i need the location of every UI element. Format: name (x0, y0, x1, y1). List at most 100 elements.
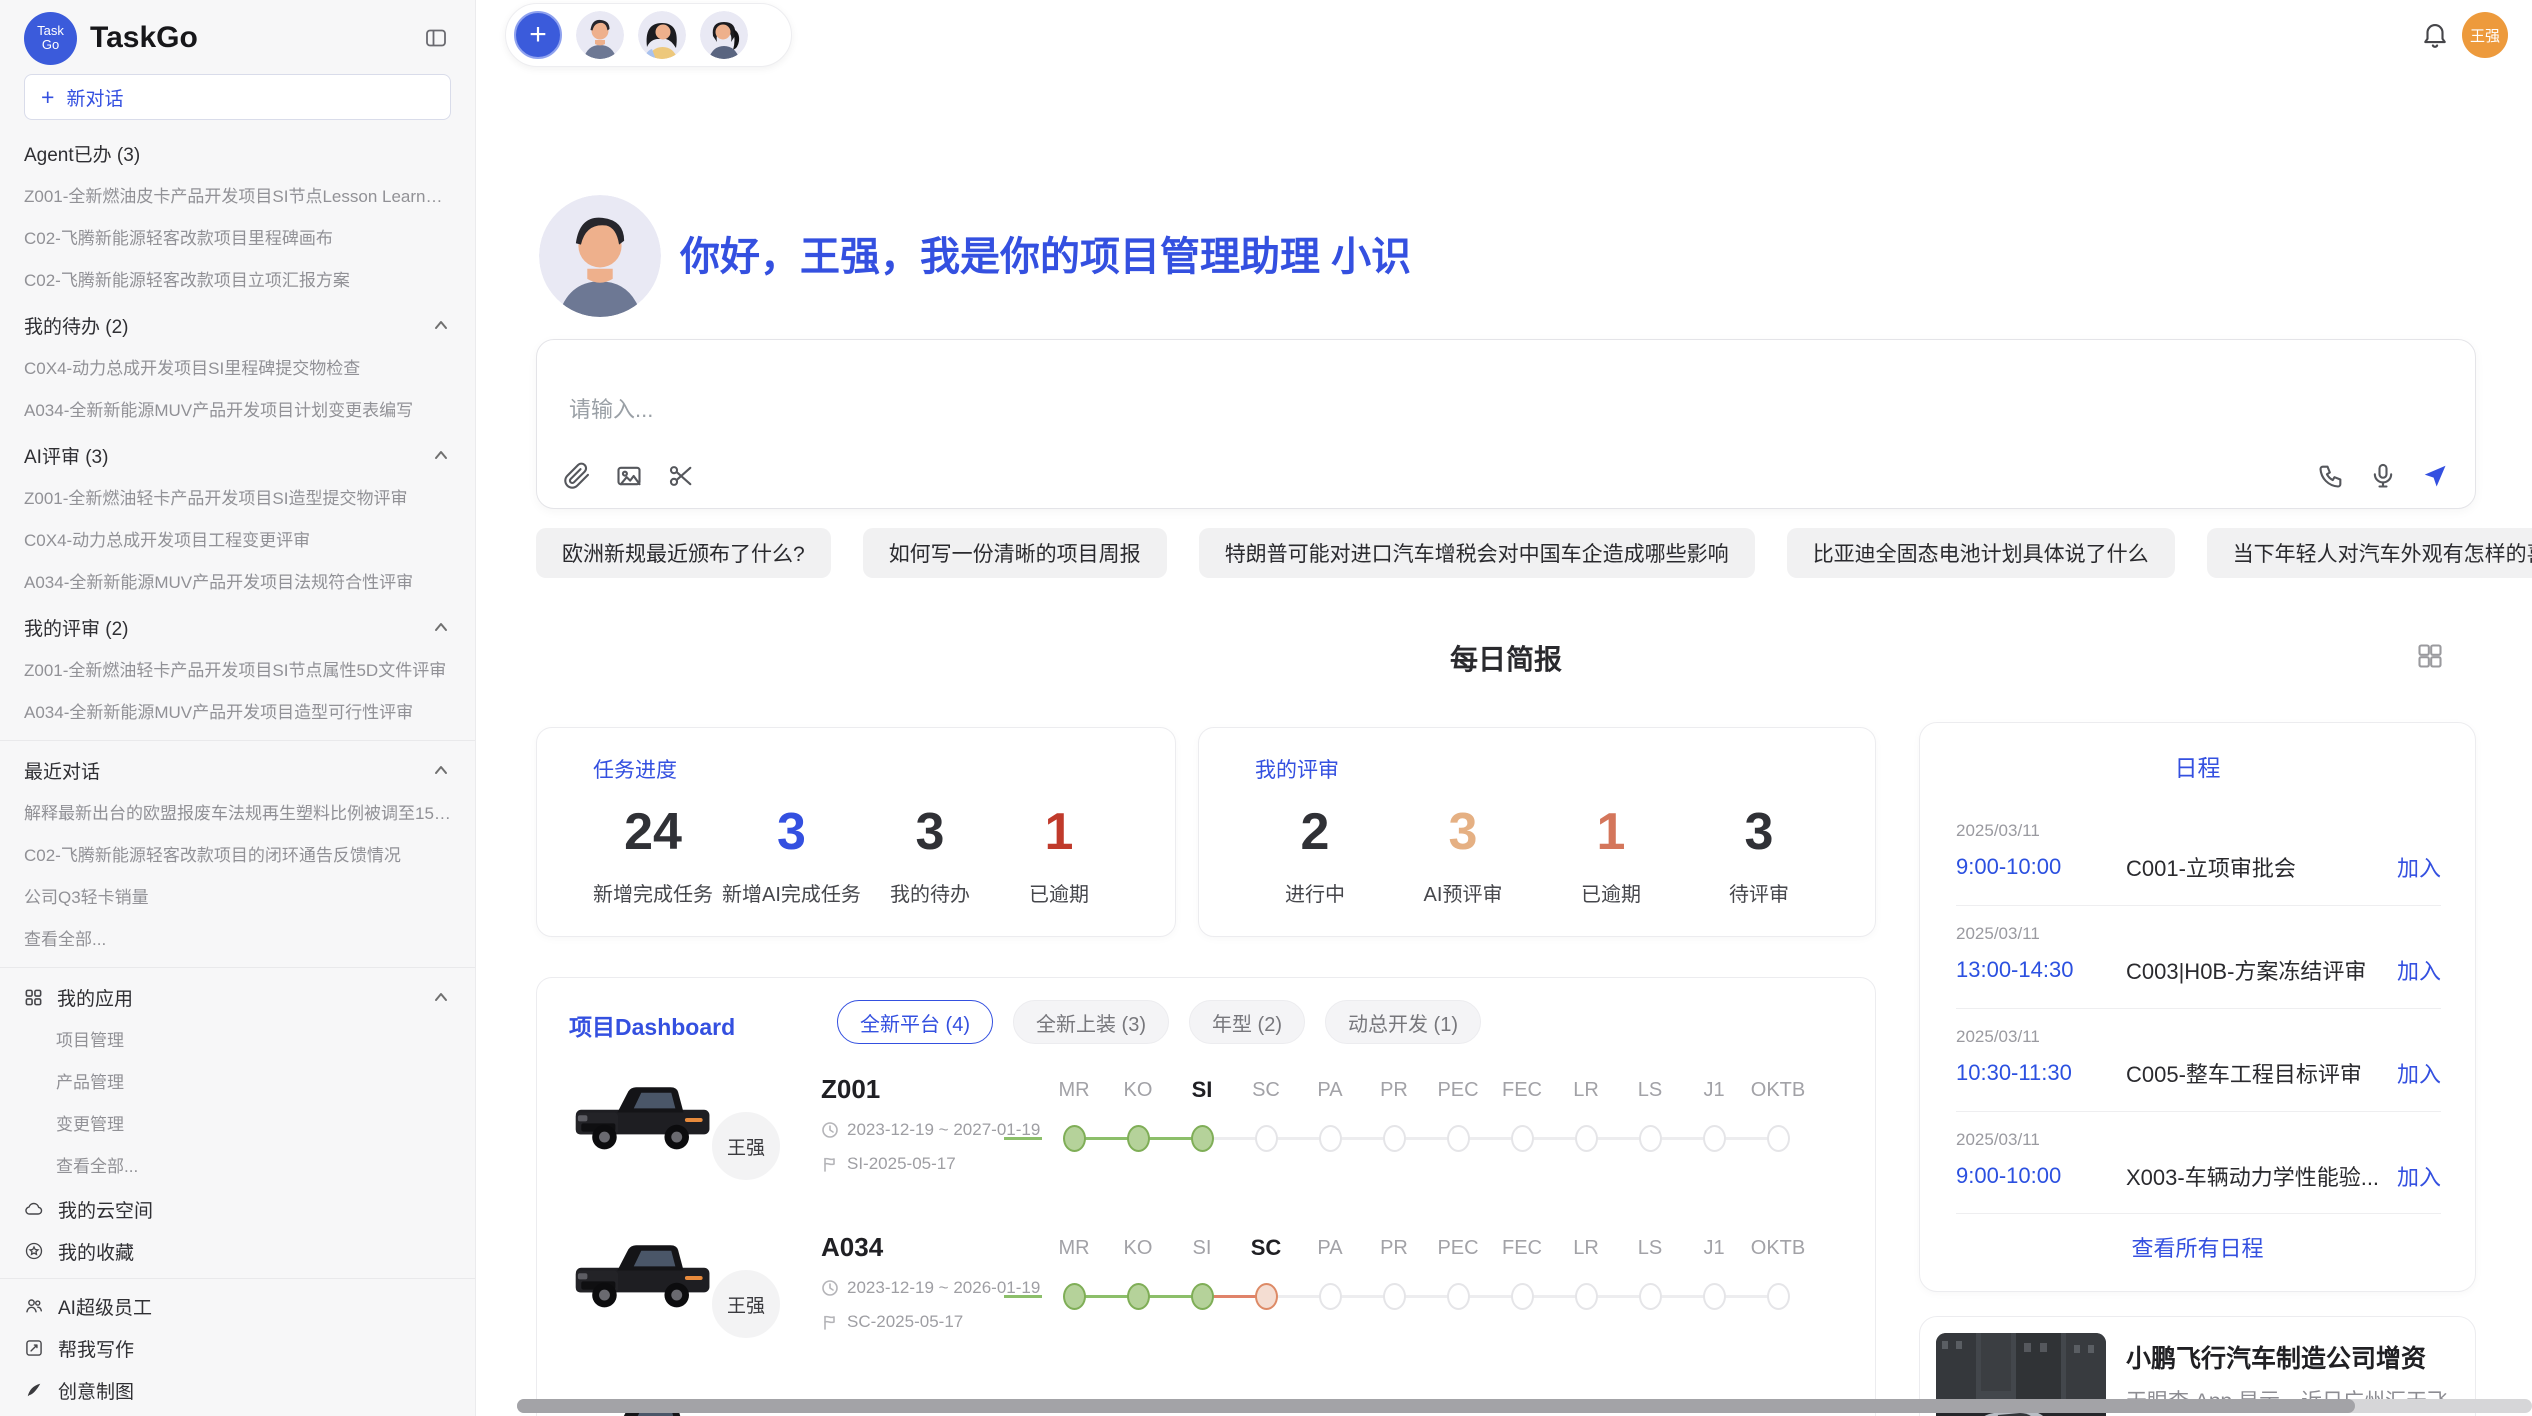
clock-icon (821, 1279, 839, 1297)
project-row[interactable]: 王强 Z001 2023-12-19 ~ 2027-01-19 SI-2025-… (537, 1064, 1877, 1222)
notification-bell-icon[interactable] (2420, 20, 2450, 50)
tab-all-new-platform[interactable]: 全新平台 (4) (837, 1000, 993, 1044)
list-item[interactable]: C02-飞腾新能源轻客改款项目的闭环通告反馈情况 (24, 835, 451, 877)
tab-new-upfit[interactable]: 全新上装 (3) (1013, 1000, 1169, 1044)
view-all-recent[interactable]: 查看全部... (24, 919, 451, 961)
sidebar-item-product-mgmt[interactable]: 产品管理 (24, 1062, 451, 1104)
section-my-todo[interactable]: 我的待办 (2) (24, 302, 451, 348)
tab-powertrain-dev[interactable]: 动总开发 (1) (1325, 1000, 1481, 1044)
microphone-icon[interactable] (2369, 462, 2397, 490)
milestone-labels: MRKOSISCPAPRPECFECLRLSJ1OKTB (1042, 1230, 1832, 1266)
sidebar-item-favorites[interactable]: 我的收藏 (24, 1230, 451, 1272)
phone-icon[interactable] (2317, 462, 2345, 490)
card-title: 任务进度 (593, 754, 1119, 784)
milestone-dot (1575, 1125, 1598, 1152)
sidebar-item-creative-draw[interactable]: 创意制图 (24, 1369, 451, 1411)
list-item[interactable]: Z001-全新燃油皮卡产品开发项目SI节点Lesson Learn报告 (24, 176, 451, 218)
list-item[interactable]: 公司Q3轻卡销量 (24, 877, 451, 919)
tab-model-year[interactable]: 年型 (2) (1189, 1000, 1305, 1044)
new-chat-button[interactable]: + 新对话 (24, 74, 451, 120)
truck-image (569, 1064, 719, 1176)
join-link[interactable]: 加入 (2397, 954, 2441, 986)
milestone-label: SI (1170, 1230, 1234, 1266)
section-my-apps[interactable]: 我的应用 (24, 974, 451, 1020)
avatar[interactable] (576, 11, 624, 59)
sidebar-item-help-write[interactable]: 帮我写作 (24, 1327, 451, 1369)
avatar[interactable] (700, 11, 748, 59)
chevron-up-icon[interactable] (431, 315, 451, 335)
horizontal-scrollbar-track[interactable] (517, 1399, 2532, 1413)
milestone-dot (1447, 1283, 1470, 1310)
chevron-up-icon[interactable] (431, 445, 451, 465)
suggestion-chip[interactable]: 特朗普可能对进口汽车增税会对中国车企造成哪些影响 (1199, 528, 1755, 578)
join-link[interactable]: 加入 (2397, 1057, 2441, 1089)
list-item[interactable]: A034-全新新能源MUV产品开发项目法规符合性评审 (24, 562, 451, 604)
list-item[interactable]: C0X4-动力总成开发项目SI里程碑提交物检查 (24, 348, 451, 390)
list-item[interactable]: A034-全新新能源MUV产品开发项目造型可行性评审 (24, 692, 451, 734)
list-item[interactable]: C02-飞腾新能源轻客改款项目里程碑画布 (24, 218, 451, 260)
plus-icon: + (41, 86, 54, 109)
greeting-text: 你好，王强，我是你的项目管理助理 小识 (680, 232, 1411, 282)
schedule-time: 13:00-14:30 (1956, 957, 2126, 983)
avatar[interactable] (638, 11, 686, 59)
section-recent-chats[interactable]: 最近对话 (24, 747, 451, 793)
milestone-track: MRKOSISCPAPRPECFECLRLSJ1OKTB (1042, 1072, 1832, 1156)
milestone-label: LS (1618, 1230, 1682, 1266)
section-ai-review[interactable]: AI评审 (3) (24, 432, 451, 478)
list-item[interactable]: Z001-全新燃油轻卡产品开发项目SI节点属性5D文件评审 (24, 650, 451, 692)
list-item[interactable]: Z001-全新燃油轻卡产品开发项目SI造型提交物评审 (24, 478, 451, 520)
milestone-label: PEC (1426, 1072, 1490, 1108)
sidebar-item-label: 创意制图 (58, 1377, 134, 1404)
suggestion-chip[interactable]: 如何写一份清晰的项目周报 (863, 528, 1167, 578)
horizontal-scrollbar-thumb[interactable] (517, 1399, 2355, 1413)
milestone-dot (1383, 1125, 1406, 1152)
sidebar-collapse-icon[interactable] (421, 23, 451, 53)
schedule-item: 2025/03/11 13:00-14:30 C003|H0B-方案冻结评审 加… (1956, 924, 2441, 986)
section-agent-done[interactable]: Agent已办 (3) (24, 130, 451, 176)
list-item[interactable]: C02-飞腾新能源轻客改款项目立项汇报方案 (24, 260, 451, 302)
milestone-label: FEC (1490, 1072, 1554, 1108)
view-all-schedule[interactable]: 查看所有日程 (1920, 1231, 2475, 1263)
suggestion-chip[interactable]: 比亚迪全固态电池计划具体说了什么 (1787, 528, 2175, 578)
flag-icon (821, 1313, 839, 1331)
milestone-dot (1191, 1283, 1214, 1310)
chevron-up-icon[interactable] (431, 760, 451, 780)
chevron-up-icon[interactable] (431, 987, 451, 1007)
milestone-dot (1255, 1125, 1278, 1152)
join-link[interactable]: 加入 (2397, 1160, 2441, 1192)
section-my-review[interactable]: 我的评审 (2) (24, 604, 451, 650)
milestone-label: KO (1106, 1230, 1170, 1266)
milestone-dot (1255, 1283, 1278, 1310)
add-session-button[interactable]: + (514, 11, 562, 59)
sidebar-item-change-mgmt[interactable]: 变更管理 (24, 1104, 451, 1146)
project-row[interactable]: 王强 A034 2023-12-19 ~ 2026-01-19 SC-2025-… (537, 1222, 1877, 1380)
section-title: 我的应用 (57, 984, 133, 1011)
sidebar-item-project-mgmt[interactable]: 项目管理 (24, 1020, 451, 1062)
chevron-up-icon[interactable] (431, 617, 451, 637)
layout-grid-icon[interactable] (2416, 642, 2444, 670)
user-avatar[interactable]: 王强 (2462, 12, 2508, 58)
paperclip-icon[interactable] (563, 462, 591, 490)
divider (1956, 1213, 2441, 1214)
star-badge-icon (24, 1241, 44, 1261)
list-item[interactable]: C0X4-动力总成开发项目工程变更评审 (24, 520, 451, 562)
owner-badge: 王强 (708, 1266, 784, 1342)
list-item[interactable]: A034-全新新能源MUV产品开发项目计划变更表编写 (24, 390, 451, 432)
stat: 24新增完成任务 (593, 800, 713, 907)
sidebar-item-ai-employee[interactable]: AI超级员工 (24, 1285, 451, 1327)
scissors-icon[interactable] (667, 462, 695, 490)
schedule-title: 日程 (1920, 749, 2475, 783)
view-all-apps[interactable]: 查看全部... (24, 1146, 451, 1188)
schedule-item-title: X003-车辆动力学性能验... (2126, 1160, 2397, 1192)
list-item[interactable]: 解释最新出台的欧盟报废车法规再生塑料比例被调至15%... (24, 793, 451, 835)
image-icon[interactable] (615, 462, 643, 490)
news-title: 小鹏飞行汽车制造公司增资 (2126, 1339, 2426, 1375)
suggestion-chip[interactable]: 当下年轻人对汽车外观有怎样的喜好趋势 (2207, 528, 2532, 578)
suggestion-chip[interactable]: 欧洲新规最近颁布了什么? (536, 528, 831, 578)
milestone-dot (1767, 1283, 1790, 1310)
send-icon[interactable] (2421, 462, 2449, 490)
join-link[interactable]: 加入 (2397, 851, 2441, 883)
milestone-label: PA (1298, 1230, 1362, 1266)
chat-input[interactable]: 请输入... (569, 392, 653, 424)
sidebar-item-cloud-space[interactable]: 我的云空间 (24, 1188, 451, 1230)
